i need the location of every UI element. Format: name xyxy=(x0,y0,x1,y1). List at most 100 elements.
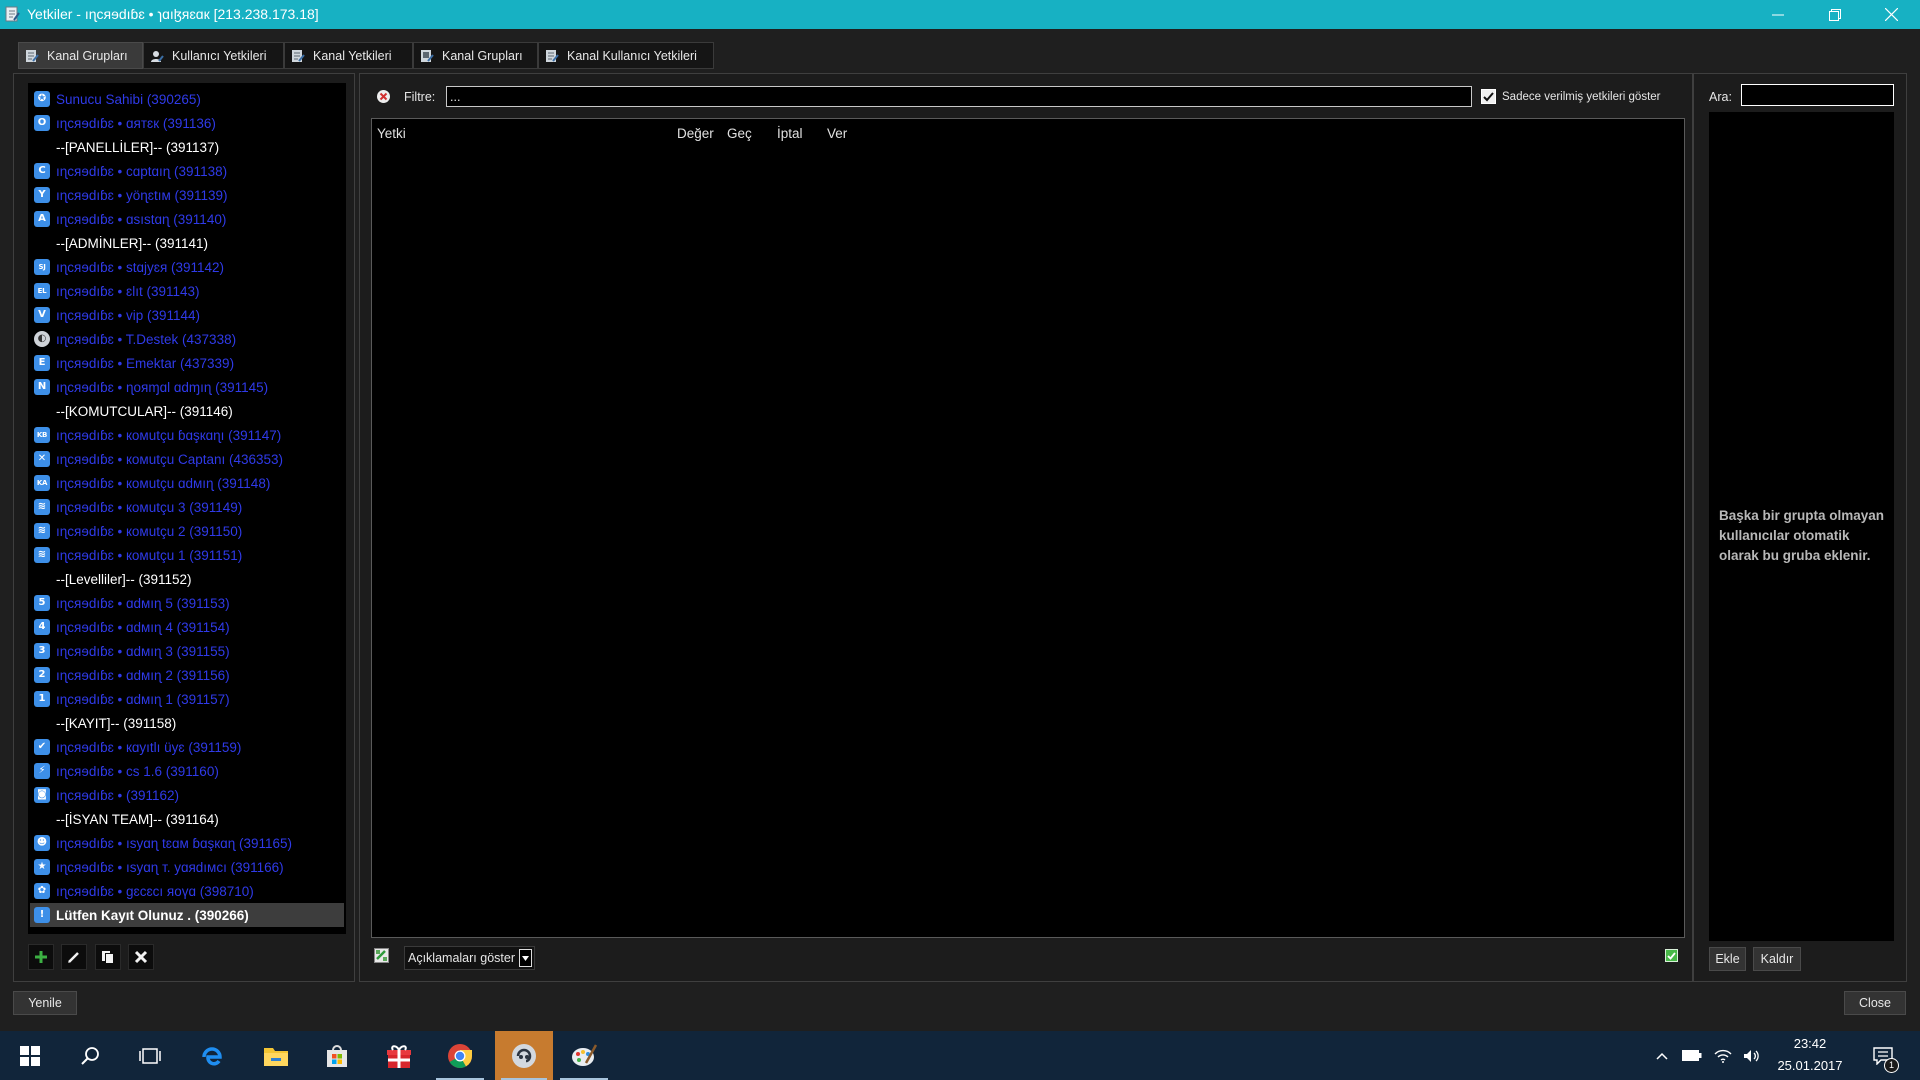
group-label: ıɳcяɘdıɓɛ • ɑятɛк (391136) xyxy=(56,115,216,131)
group-item[interactable]: EL ıɳcяɘdıɓɛ • ɛlıt (391143) xyxy=(30,279,344,303)
gift-app-button[interactable] xyxy=(369,1031,429,1080)
member-list[interactable]: Başka bir grupta olmayan kullanıcılar ot… xyxy=(1709,112,1894,941)
group-label: --[KAYIT]-- (391158) xyxy=(56,715,177,731)
group-item[interactable]: ⚡ ıɳcяɘdıɓɛ • cs 1.6 (391160) xyxy=(30,759,344,783)
tab-kanal-gruplari[interactable]: Kanal Grupları xyxy=(18,42,143,69)
column-header-yetki[interactable]: Yetki xyxy=(377,126,406,141)
help-icon[interactable] xyxy=(1665,949,1678,962)
search-button[interactable] xyxy=(60,1031,120,1080)
chrome-button[interactable] xyxy=(430,1031,490,1080)
group-item[interactable]: ≋ ıɳcяɘdıɓɛ • кoмutçu 1 (391151) xyxy=(30,543,344,567)
group-item[interactable]: ☻ ıɳcяɘdıɓɛ • ısyɑɳ tɛɑм ɓɑşкɑɳ (391165) xyxy=(30,831,344,855)
restore-button[interactable] xyxy=(1806,0,1863,29)
group-item[interactable]: ✕ ıɳcяɘdıɓɛ • кoмutçu Captanı (436353) xyxy=(30,447,344,471)
group-item[interactable]: Yıɳcяɘdıɓɛ • yöɳɛtıм (391139) xyxy=(30,183,344,207)
group-label: ıɳcяɘdıɓɛ • vip (391144) xyxy=(56,307,201,323)
minimize-icon xyxy=(1771,14,1784,15)
close-window-button[interactable] xyxy=(1863,0,1920,29)
letter-badge-icon: N xyxy=(34,379,50,395)
group-separator[interactable]: --[Levelliler]-- (391152) xyxy=(30,567,344,591)
teamspeak-button[interactable] xyxy=(495,1031,553,1080)
minimize-button[interactable] xyxy=(1749,0,1806,29)
remove-member-button[interactable]: Kaldır xyxy=(1753,947,1801,971)
group-separator[interactable]: --[İSYAN TEAM]-- (391164) xyxy=(30,807,344,831)
filter-input[interactable] xyxy=(446,86,1472,107)
column-header-ver[interactable]: Ver xyxy=(827,126,847,141)
battery-button[interactable] xyxy=(1680,1031,1704,1080)
group-item[interactable]: KA ıɳcяɘdıɓɛ • кoмutçu ɑdмıɳ (391148) xyxy=(30,471,344,495)
taskbar-clock[interactable]: 23:42 25.01.2017 xyxy=(1770,1031,1850,1080)
group-item[interactable]: 2 ıɳcяɘdıɓɛ • ɑdмıɳ 2 (391156) xyxy=(30,663,344,687)
grant-all-icon[interactable] xyxy=(374,948,389,963)
group-item[interactable]: ! Lütfen Kayıt Olunuz . (390266) xyxy=(30,903,344,927)
group-item[interactable]: ✪ Sunucu Sahibi (390265) xyxy=(30,87,344,111)
group-item[interactable]: SJ ıɳcяɘdıɓɛ • stɑjyɛя (391142) xyxy=(30,255,344,279)
group-separator[interactable]: --[PANELLİLER]-- (391137) xyxy=(30,135,344,159)
camera-icon: ◙ xyxy=(34,787,50,803)
group-item[interactable]: 3 ıɳcяɘdıɓɛ • ɑdмıɳ 3 (391155) xyxy=(30,639,344,663)
group-item[interactable]: 1 ıɳcяɘdıɓɛ • ɑdмıɳ 1 (391157) xyxy=(30,687,344,711)
group-item[interactable]: 4 ıɳcяɘdıɓɛ • ɑdмıɳ 4 (391154) xyxy=(30,615,344,639)
group-item[interactable]: ◙ ıɳcяɘdıɓɛ • (391162) xyxy=(30,783,344,807)
group-label: --[KOMUTCULAR]-- (391146) xyxy=(56,403,233,419)
descriptions-select[interactable]: Açıklamaları göster xyxy=(404,946,535,970)
copy-group-button[interactable] xyxy=(95,944,121,970)
group-item[interactable]: Eıɳcяɘdıɓɛ • Emektar (437339) xyxy=(30,351,344,375)
group-item[interactable]: ✔ ıɳcяɘdıɓɛ • кɑyıtlı üyɛ (391159) xyxy=(30,735,344,759)
group-item[interactable]: ✿ ıɳcяɘdıɓɛ • gɛcɛcı яoүɑ (398710) xyxy=(30,879,344,903)
action-center-button[interactable]: 1 xyxy=(1860,1031,1905,1080)
permissions-table[interactable]: Yetki Değer Geç İptal Ver xyxy=(371,118,1685,938)
group-separator[interactable]: --[KAYIT]-- (391158) xyxy=(30,711,344,735)
group-separator[interactable]: --[KOMUTCULAR]-- (391146) xyxy=(30,399,344,423)
tab-kanal-gruplari-2[interactable]: Kanal Grupları xyxy=(413,42,538,69)
clear-filter-icon[interactable] xyxy=(376,89,391,104)
column-header-deger[interactable]: Değer xyxy=(677,126,714,141)
group-item[interactable]: ≋ ıɳcяɘdıɓɛ • кoмutçu 3 (391149) xyxy=(30,495,344,519)
group-label: --[İSYAN TEAM]-- (391164) xyxy=(56,811,219,827)
start-button[interactable] xyxy=(0,1031,60,1080)
paint-button[interactable] xyxy=(554,1031,614,1080)
group-item[interactable]: ≋ ıɳcяɘdıɓɛ • кoмutçu 2 (391150) xyxy=(30,519,344,543)
search-input[interactable] xyxy=(1741,84,1894,106)
column-header-gec[interactable]: Geç xyxy=(727,126,752,141)
group-item[interactable]: ◐ ıɳcяɘdıɓɛ • T.Destek (437338) xyxy=(30,327,344,351)
group-item[interactable]: Vıɳcяɘdıɓɛ • vip (391144) xyxy=(30,303,344,327)
group-label: ıɳcяɘdıɓɛ • кoмutçu ɑdмıɳ (391148) xyxy=(56,475,271,491)
edge-button[interactable] xyxy=(182,1031,242,1080)
delete-group-button[interactable] xyxy=(128,944,154,970)
group-label: --[ADMİNLER]-- (391141) xyxy=(56,235,209,251)
group-item[interactable]: ★ ıɳcяɘdıɓɛ • ısyɑɳ т. yɑяdıмcı (391166) xyxy=(30,855,344,879)
group-separator[interactable]: --[ADMİNLER]-- (391141) xyxy=(30,231,344,255)
file-explorer-button[interactable] xyxy=(246,1031,306,1080)
close-button[interactable]: Close xyxy=(1844,991,1906,1015)
document-icon xyxy=(26,49,39,62)
only-granted-checkbox[interactable] xyxy=(1481,89,1496,104)
network-button[interactable] xyxy=(1711,1031,1735,1080)
group-label: ıɳcяɘdıɓɛ • ɑdмıɳ 5 (391153) xyxy=(56,595,230,611)
group-label: ıɳcяɘdıɓɛ • (391162) xyxy=(56,787,180,803)
task-view-button[interactable] xyxy=(120,1031,180,1080)
refresh-button[interactable]: Yenile xyxy=(13,991,77,1015)
group-item[interactable]: Oıɳcяɘdıɓɛ • ɑятɛк (391136) xyxy=(30,111,344,135)
add-member-button[interactable]: Ekle xyxy=(1709,947,1746,971)
column-header-iptal[interactable]: İptal xyxy=(777,126,803,141)
tab-kanal-yetkileri[interactable]: Kanal Yetkileri xyxy=(284,42,413,69)
group-item[interactable]: Aıɳcяɘdıɓɛ • ɑsıstɑɳ (391140) xyxy=(30,207,344,231)
group-item[interactable]: Nıɳcяɘdıɓɛ • ɳoяɱɑl ɑdɱıɳ (391145) xyxy=(30,375,344,399)
group-list[interactable]: ✪ Sunucu Sahibi (390265) Oıɳcяɘdıɓɛ • ɑятɛ… xyxy=(28,83,346,934)
tab-kullanici-yetkileri[interactable]: Kullanıcı Yetkileri xyxy=(143,42,284,69)
letter-badge-icon: 3 xyxy=(34,643,50,659)
add-group-button[interactable] xyxy=(28,944,54,970)
group-item[interactable]: Cıɳcяɘdıɓɛ • cɑptɑıɳ (391138) xyxy=(30,159,344,183)
person-icon: ☻ xyxy=(34,835,50,851)
star-icon: ★ xyxy=(34,859,50,875)
tab-kanal-kullanici-yetkileri[interactable]: Kanal Kullanıcı Yetkileri xyxy=(538,42,714,69)
store-button[interactable] xyxy=(307,1031,367,1080)
show-hidden-icons-button[interactable] xyxy=(1652,1031,1672,1080)
volume-button[interactable] xyxy=(1740,1031,1764,1080)
edit-group-button[interactable] xyxy=(61,944,87,970)
battery-icon xyxy=(1682,1050,1702,1061)
title-bar[interactable]: Yetkiler - ıɳcяɘdıɓɛ • ɿɑıɮяɛɑк [213.238… xyxy=(0,0,1920,29)
group-item[interactable]: 5 ıɳcяɘdıɓɛ • ɑdмıɳ 5 (391153) xyxy=(30,591,344,615)
group-item[interactable]: KB ıɳcяɘdıɓɛ • кoмutçu ɓɑşкɑɳı (391147) xyxy=(30,423,344,447)
